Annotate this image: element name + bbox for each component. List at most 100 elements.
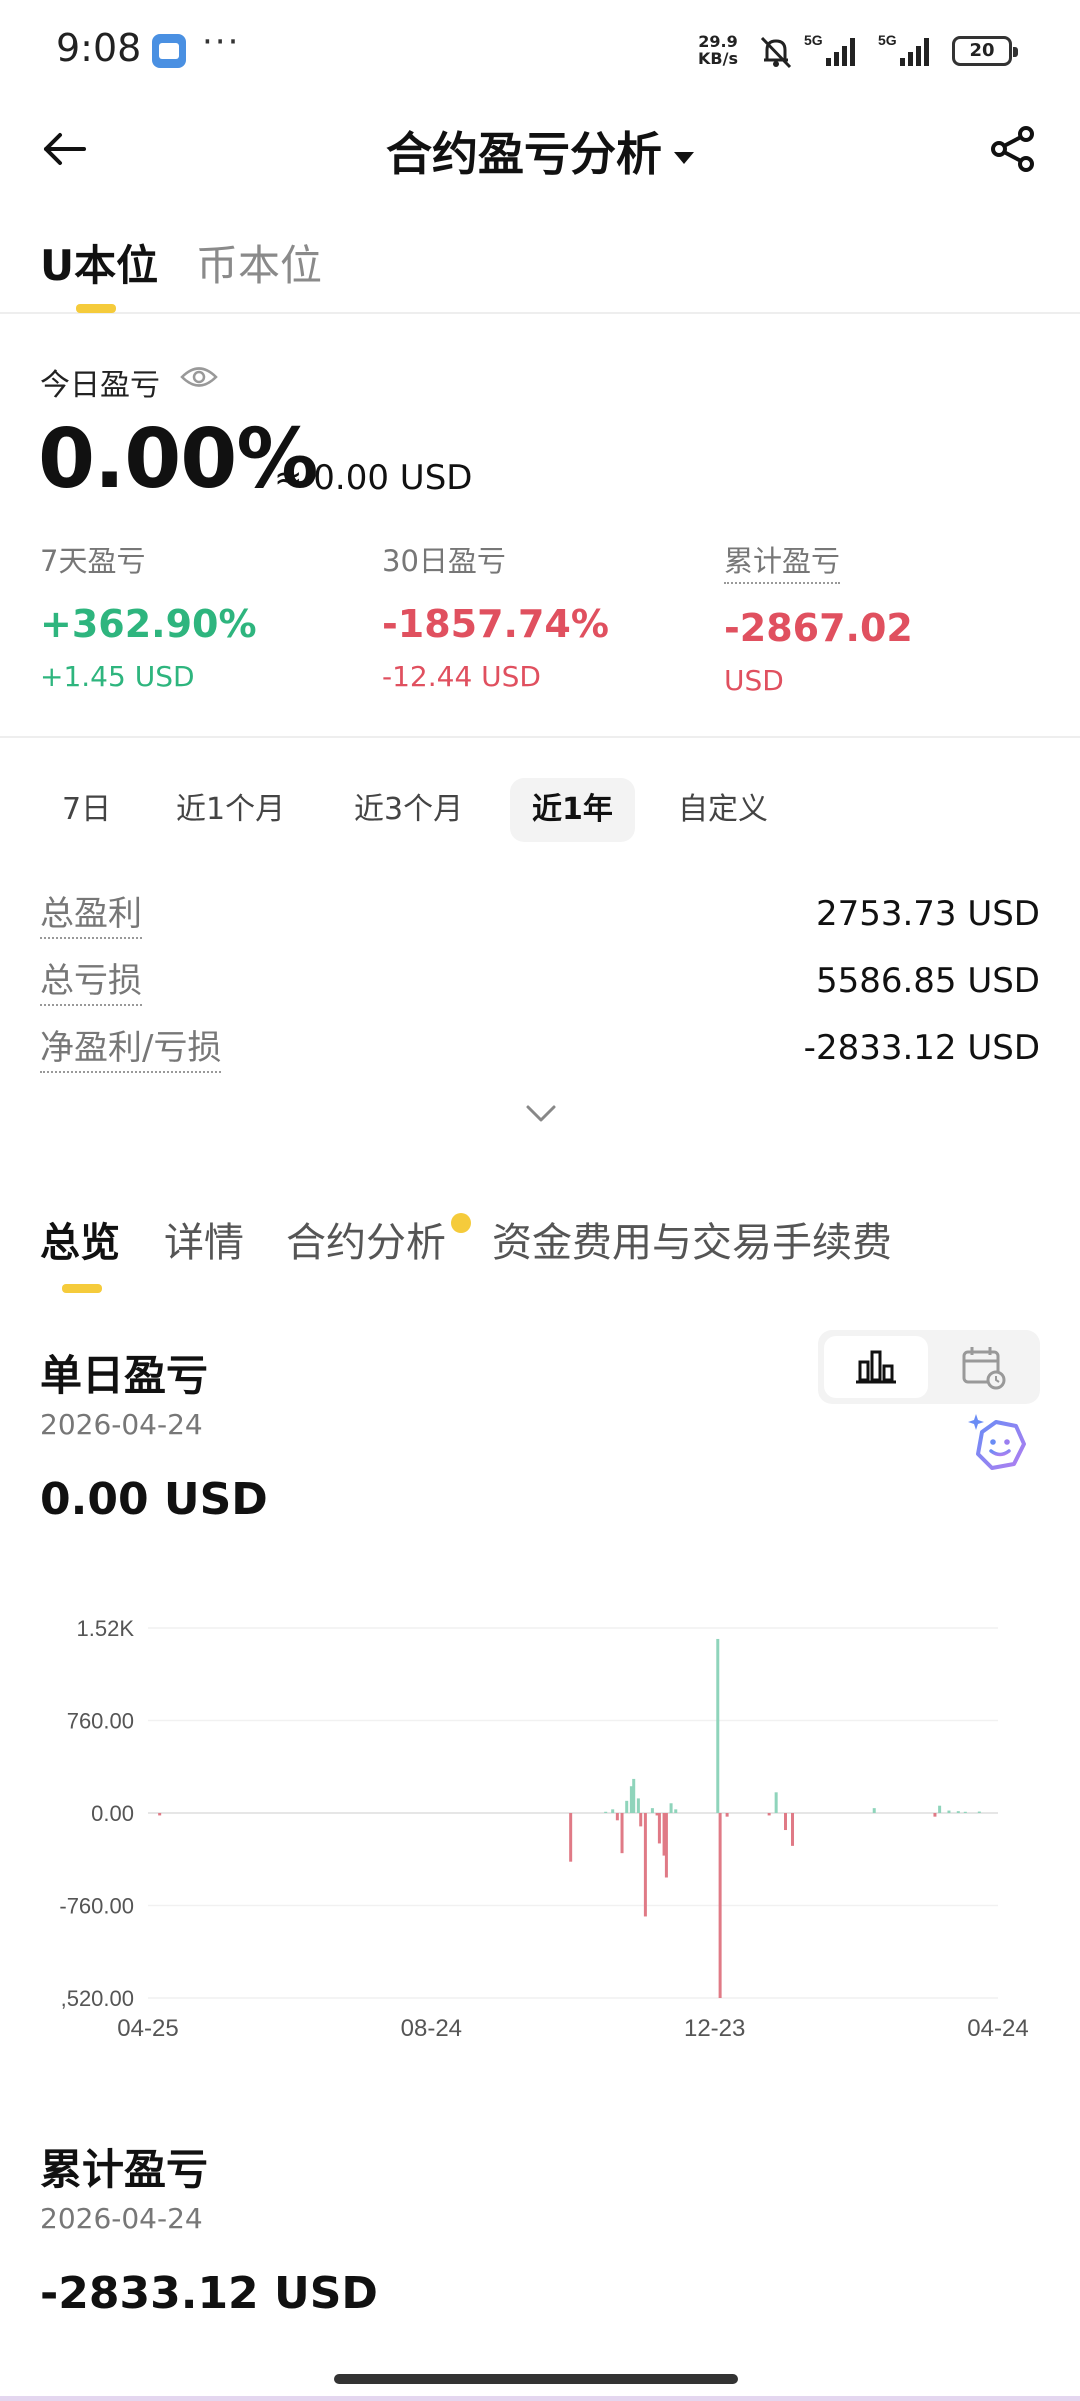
section-tab-overview[interactable]: 总览 bbox=[40, 1210, 120, 1268]
network-speed-value: 29.9 bbox=[698, 32, 738, 51]
network2-label: 5G bbox=[878, 32, 897, 48]
chart-bar bbox=[938, 1805, 942, 1813]
chart-bar bbox=[977, 1811, 981, 1813]
net-pnl-row: 净盈利/亏损 -2833.12 USD bbox=[40, 1020, 1040, 1080]
status-overflow: ··· bbox=[202, 22, 241, 62]
stat-cumulative-value: -2867.02 bbox=[724, 606, 913, 650]
chart-y-tick-label: 1.52K bbox=[77, 1616, 135, 1641]
bar-chart-icon bbox=[856, 1350, 896, 1384]
chart-bar bbox=[604, 1811, 608, 1813]
status-time: 9:08 bbox=[56, 26, 142, 70]
chevron-down-icon[interactable] bbox=[524, 1096, 558, 1130]
signal-icon-2: 5G bbox=[878, 32, 929, 66]
network1-label: 5G bbox=[804, 32, 823, 48]
period-tab-1y[interactable]: 近1年 bbox=[510, 778, 635, 842]
stat-30d-usd: -12.44 USD bbox=[382, 660, 541, 693]
total-profit-label[interactable]: 总盈利 bbox=[40, 886, 142, 939]
chart-bar bbox=[725, 1813, 729, 1817]
total-profit-row: 总盈利 2753.73 USD bbox=[40, 886, 1040, 946]
chart-x-tick-label: 08-24 bbox=[401, 2015, 462, 2042]
section-tab-fees[interactable]: 资金费用与交易手续费 bbox=[492, 1210, 892, 1268]
total-loss-row: 总亏损 5586.85 USD bbox=[40, 953, 1040, 1013]
daily-pnl-chart: 1.52K 760.00 0.00 -760.00 ,520.00 04-25 08-24… bbox=[59, 1616, 1028, 2042]
chart-y-tick-label: -760.00 bbox=[59, 1894, 134, 1919]
stat-cumulative: 累计盈亏 -2867.02 USD bbox=[724, 538, 1044, 697]
daily-pnl-title: 单日盈亏 bbox=[40, 1351, 209, 1400]
chart-bar bbox=[784, 1813, 787, 1831]
tab-active-indicator bbox=[76, 304, 116, 313]
chart-bar bbox=[963, 1811, 967, 1813]
stat-cumulative-label[interactable]: 累计盈亏 bbox=[724, 538, 841, 584]
period-tab-1m[interactable]: 近1个月 bbox=[154, 778, 307, 842]
page-title-text: 合约盈亏分析 bbox=[386, 127, 662, 181]
chart-y-tick-label: ,520.00 bbox=[61, 1986, 134, 2011]
chart-bar bbox=[611, 1809, 615, 1813]
signal-icon: 5G bbox=[804, 32, 855, 66]
total-loss-label[interactable]: 总亏损 bbox=[40, 953, 142, 1006]
chart-bar bbox=[956, 1811, 960, 1813]
battery-icon: 20 bbox=[952, 36, 1018, 66]
total-loss-value: 5586.85 USD bbox=[815, 961, 1040, 1001]
status-bar: 9:08 ··· 29.9 KB/s 5G 5G 20 bbox=[0, 0, 1080, 100]
chart-y-tick-label: 760.00 bbox=[67, 1709, 134, 1734]
stat-7d-percent: +362.90% bbox=[40, 602, 257, 646]
chart-bar bbox=[158, 1813, 162, 1816]
bottom-edge bbox=[0, 2396, 1080, 2401]
chart-bar bbox=[947, 1810, 951, 1813]
stat-30d: 30日盈亏 -1857.74% -12.44 USD bbox=[382, 538, 702, 693]
chart-bar bbox=[615, 1813, 619, 1821]
chart-x-tick-label: 04-24 bbox=[967, 2015, 1028, 2042]
section-tab-details[interactable]: 详情 bbox=[164, 1210, 244, 1268]
section-tab-indicator bbox=[62, 1284, 102, 1293]
period-tab-custom[interactable]: 自定义 bbox=[656, 778, 790, 842]
chart-bar bbox=[933, 1813, 937, 1817]
home-indicator[interactable] bbox=[334, 2374, 738, 2384]
stat-30d-percent: -1857.74% bbox=[382, 602, 609, 646]
caret-down-icon bbox=[674, 151, 694, 164]
network-speed-unit: KB/s bbox=[698, 49, 738, 68]
daily-pnl-value: 0.00 USD bbox=[40, 1474, 268, 1525]
net-pnl-label[interactable]: 净盈利/亏损 bbox=[40, 1020, 222, 1073]
divider bbox=[0, 736, 1080, 738]
chart-bar bbox=[674, 1809, 678, 1813]
daily-pnl-date: 2026-04-24 bbox=[40, 1408, 203, 1441]
stat-7d-label: 7天盈亏 bbox=[40, 544, 146, 578]
calendar-icon bbox=[962, 1347, 1006, 1390]
new-badge-dot bbox=[451, 1213, 471, 1233]
period-tab-7d[interactable]: 7日 bbox=[40, 778, 133, 842]
share-icon[interactable] bbox=[986, 122, 1040, 176]
chart-bar bbox=[716, 1638, 720, 1813]
stat-7d: 7天盈亏 +362.90% +1.45 USD bbox=[40, 538, 360, 693]
chart-y-tick-label: 0.00 bbox=[91, 1801, 134, 1826]
margin-type-tabs: U本位 币本位 bbox=[0, 220, 1080, 314]
period-tab-3m[interactable]: 近3个月 bbox=[332, 778, 485, 842]
chart-view-toggle bbox=[818, 1330, 1040, 1404]
network-speed: 29.9 KB/s bbox=[698, 33, 738, 67]
cumulative-pnl-value: -2833.12 USD bbox=[40, 2268, 378, 2319]
today-pnl-usd: ≈ 0.00 USD bbox=[274, 458, 473, 498]
today-pnl-label: 今日盈亏 bbox=[40, 368, 160, 403]
tab-coin-margined[interactable]: 币本位 bbox=[196, 232, 322, 293]
tab-usdt-margined[interactable]: U本位 bbox=[40, 232, 158, 293]
chart-bar bbox=[636, 1798, 640, 1813]
chart-bar bbox=[767, 1813, 771, 1816]
section-tab-contract-analysis[interactable]: 合约分析 bbox=[286, 1210, 446, 1268]
chart-bar bbox=[643, 1813, 647, 1917]
chart-bar bbox=[650, 1808, 654, 1813]
chart-x-tick-label: 04-25 bbox=[117, 2015, 178, 2042]
chart-bar bbox=[639, 1813, 643, 1827]
page-title[interactable]: 合约盈亏分析 bbox=[0, 118, 1080, 184]
app-header: 合约盈亏分析 bbox=[0, 100, 1080, 200]
stat-7d-usd: +1.45 USD bbox=[40, 660, 195, 693]
eye-icon[interactable] bbox=[180, 364, 218, 390]
app-notification-icon bbox=[152, 34, 186, 68]
chart-bar bbox=[657, 1813, 661, 1844]
ai-assistant-icon[interactable] bbox=[966, 1412, 1032, 1478]
calendar-view-button[interactable] bbox=[930, 1336, 1034, 1398]
cumulative-pnl-title: 累计盈亏 bbox=[40, 2145, 209, 2194]
bar-chart-view-button[interactable] bbox=[824, 1336, 928, 1398]
chart-bar bbox=[669, 1803, 673, 1813]
total-profit-value: 2753.73 USD bbox=[815, 894, 1040, 934]
chart-bar bbox=[632, 1778, 636, 1813]
chart-bar bbox=[718, 1813, 722, 1998]
